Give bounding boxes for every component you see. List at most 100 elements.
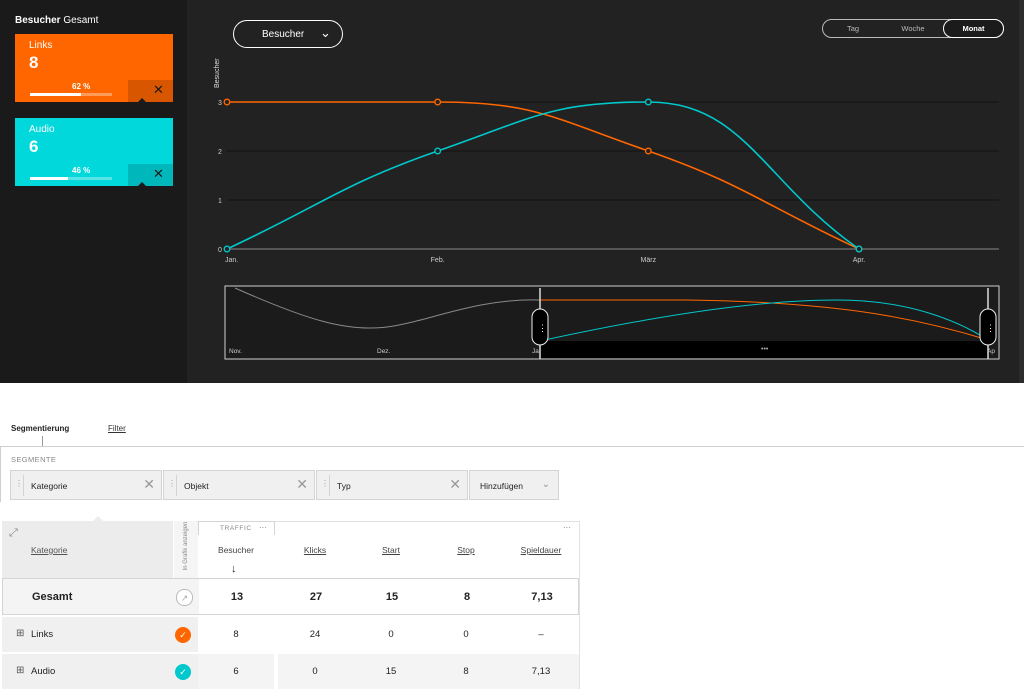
divider (0, 446, 1024, 447)
expand-row-icon[interactable]: ⊞ (16, 628, 24, 639)
line-chart: Besucher 0 1 2 3 Jan. Feb. März Apr. ••• ⋮ ⋮ N… (214, 58, 1000, 360)
drag-handle-icon[interactable]: ⋮ (321, 479, 329, 488)
drag-handle-icon[interactable]: ⋮ (15, 479, 23, 488)
expand-row-icon[interactable]: ⊞ (16, 665, 24, 676)
navigator-label: Ja (532, 348, 539, 355)
x-tick-label: Jan. (225, 257, 238, 264)
close-icon[interactable]: ✕ (449, 477, 461, 491)
close-icon[interactable]: ✕ (296, 477, 308, 491)
category-header: ⤢ Kategorie (2, 521, 173, 578)
column-header-stop[interactable]: Stop (426, 545, 506, 555)
column-header-klicks[interactable]: Klicks (275, 545, 355, 555)
traffic-group-header[interactable]: TRAFFIC ··· (198, 521, 275, 535)
y-axis-label: Besucher (214, 58, 221, 88)
card-percent: 62 % (72, 82, 91, 91)
panel-edge (1019, 0, 1024, 383)
data-point-audio (855, 245, 863, 253)
chip-label: Typ (337, 481, 351, 491)
data-point-links (644, 147, 652, 155)
remove-segment-button[interactable]: ✕ (128, 164, 173, 186)
row-name: Links (31, 629, 54, 640)
x-tick-label: Apr. (853, 257, 866, 264)
series-line-audio (226, 101, 860, 250)
sidebar-title: Besucher Gesamt (15, 15, 98, 26)
add-segment-dropdown[interactable]: Hinzufügen ⌄ (469, 470, 559, 500)
trend-icon[interactable]: ↗ (176, 589, 193, 606)
x-tick-label: Feb. (431, 257, 445, 264)
chip-label: Kategorie (31, 481, 68, 491)
segment-chip-typ[interactable]: ⋮ Typ ✕ (316, 470, 468, 500)
graph-toggle-header-label: In Grafik anzeigen (183, 521, 189, 571)
period-switch: Tag Woche Monat (822, 19, 1004, 38)
cell-stop: 8 (463, 591, 471, 603)
sidebar-title-metric: Besucher (15, 15, 61, 26)
card-count: 6 (29, 137, 39, 156)
metric-dropdown-label: Besucher (262, 29, 305, 40)
close-icon[interactable]: ✕ (143, 477, 155, 491)
navigator-label: Ap (987, 348, 995, 355)
more-icon[interactable]: ··· (259, 523, 267, 532)
cell-start: 0 (388, 629, 394, 640)
cell-klicks: 0 (312, 666, 318, 677)
expand-icon[interactable]: ⤢ (9, 527, 18, 540)
cell-besucher: 6 (233, 666, 239, 677)
card-title: Links (29, 40, 53, 51)
navigator-handle-grip: ⋮ (538, 323, 547, 333)
y-tick-label: 0 (218, 247, 222, 254)
sort-arrow-icon[interactable]: ↓ (231, 563, 237, 575)
y-tick-label: 2 (218, 149, 222, 156)
tab-filter[interactable]: Filter (108, 424, 126, 433)
segment-chip-kategorie[interactable]: ⋮ Kategorie ✕ (10, 470, 162, 500)
chip-label: Objekt (184, 481, 209, 491)
data-point-audio (223, 245, 231, 253)
column-header-start[interactable]: Start (351, 545, 431, 555)
y-tick-label: 3 (218, 100, 222, 107)
data-point-links (434, 98, 442, 106)
period-tag-button[interactable]: Tag (823, 20, 883, 37)
cell-besucher: 13 (230, 591, 244, 603)
segment-card-links[interactable]: Links 8 62 % ✕ (15, 34, 173, 102)
period-woche-button[interactable]: Woche (883, 20, 943, 37)
tab-indicator (42, 436, 43, 446)
tab-segmentierung[interactable]: Segmentierung (11, 424, 69, 433)
navigator-scroll-grip[interactable]: ••• (761, 346, 769, 353)
cell-besucher: 8 (233, 629, 239, 640)
chevron-down-icon: ⌄ (320, 25, 331, 40)
data-point-audio (434, 147, 442, 155)
cell-start: 15 (385, 666, 397, 677)
column-header-spieldauer[interactable]: Spieldauer (501, 545, 581, 555)
close-icon: ✕ (153, 82, 164, 97)
column-header-besucher[interactable]: Besucher (196, 545, 276, 555)
add-segment-label: Hinzufügen (480, 481, 524, 491)
card-progress-bar (30, 93, 112, 96)
table-row-total[interactable]: Gesamt ↗ 13 27 15 8 7,13 (2, 578, 579, 615)
cell-start: 15 (385, 591, 399, 603)
cell-klicks: 27 (309, 591, 323, 603)
x-tick-label: März (641, 257, 657, 264)
drag-handle-icon[interactable]: ⋮ (168, 479, 176, 488)
chevron-down-icon: ⌄ (541, 479, 550, 490)
traffic-group-label: TRAFFIC (220, 525, 252, 532)
data-point-audio (644, 98, 652, 106)
table-row[interactable]: ⊞ Audio ✓ 6 0 15 8 7,13 (2, 654, 579, 689)
segment-chip-objekt[interactable]: ⋮ Objekt ✕ (163, 470, 315, 500)
table-border (275, 521, 580, 522)
navigator-label: Dez. (377, 348, 391, 355)
category-column-header[interactable]: Kategorie (31, 545, 67, 555)
cell-klicks: 24 (309, 629, 321, 640)
row-name: Audio (31, 666, 56, 677)
remove-segment-button[interactable]: ✕ (128, 80, 173, 102)
table-row[interactable]: ⊞ Links ✓ 8 24 0 0 – (2, 617, 579, 652)
card-progress-bar (30, 177, 112, 180)
check-icon[interactable]: ✓ (175, 627, 191, 643)
navigator-label: Nov. (229, 348, 242, 355)
check-icon[interactable]: ✓ (175, 664, 191, 680)
segment-card-audio[interactable]: Audio 6 46 % ✕ (15, 118, 173, 186)
segments-heading: SEGMENTE (11, 455, 57, 464)
more-icon[interactable]: ··· (563, 523, 571, 532)
period-monat-button[interactable]: Monat (943, 19, 1004, 38)
y-tick-label: 1 (218, 198, 222, 205)
cell-stop: 8 (463, 666, 469, 677)
divider (0, 446, 1, 502)
card-title: Audio (29, 124, 55, 135)
